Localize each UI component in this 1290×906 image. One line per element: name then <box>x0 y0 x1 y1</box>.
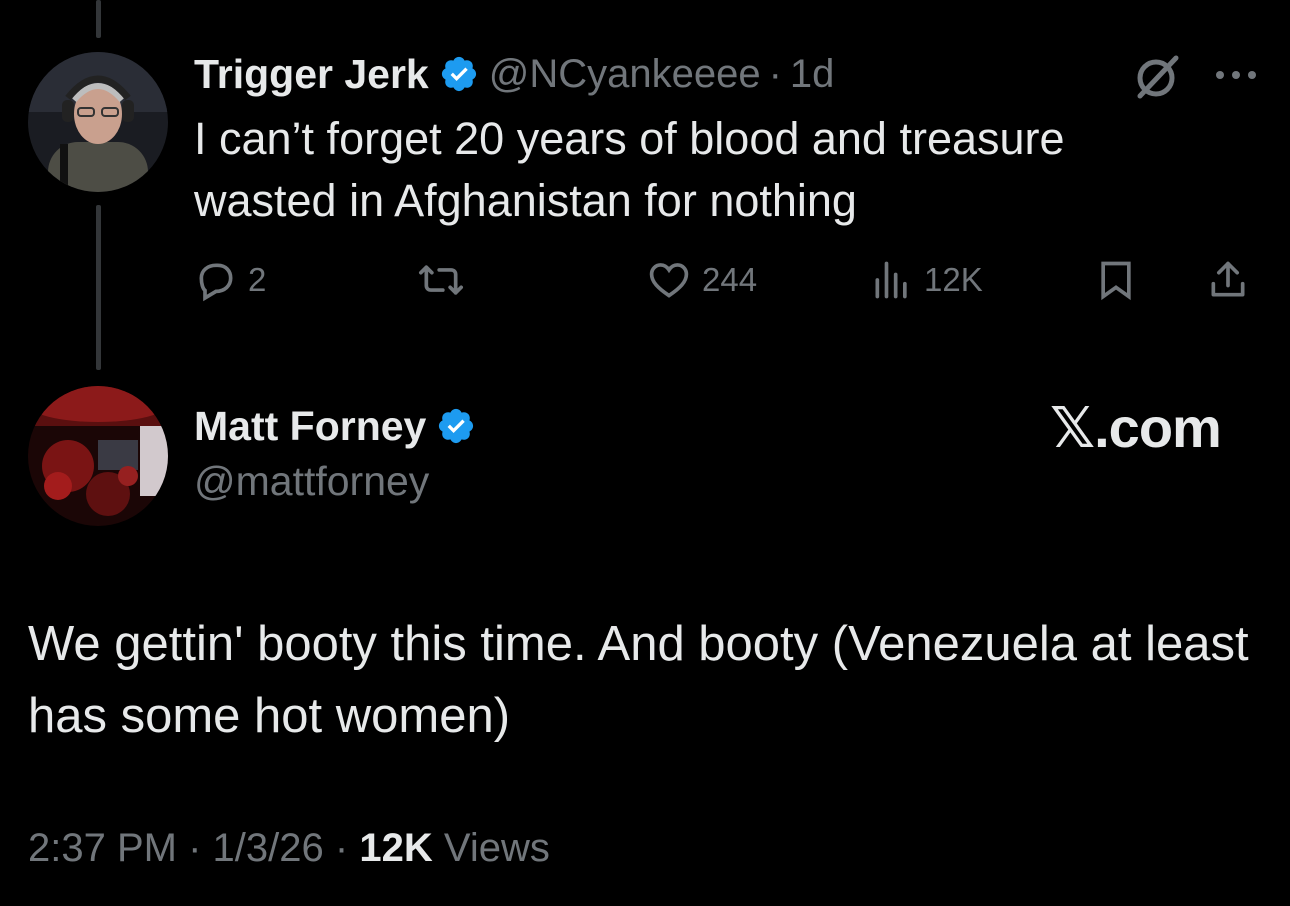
reply-button[interactable]: 2 <box>194 252 266 308</box>
like-count: 244 <box>702 261 758 298</box>
parent-author-name[interactable]: Trigger Jerk <box>194 51 429 98</box>
tweet-metadata: 2:37 PM · 1/3/26 · 12K Views <box>28 826 550 871</box>
main-author-name[interactable]: Matt Forney <box>194 403 426 450</box>
main-tweet-text: We gettin' booty this time. And booty (V… <box>28 617 1249 743</box>
separator-dot: · <box>768 51 782 96</box>
share-icon <box>1211 261 1245 297</box>
analytics-icon <box>875 261 907 299</box>
more-options-icon[interactable] <box>1212 60 1260 90</box>
views-button[interactable]: 12K <box>870 252 983 308</box>
verified-badge-icon <box>441 56 476 92</box>
like-button[interactable]: 244 <box>646 252 757 308</box>
main-tweet-header: Matt Forney <box>194 398 486 454</box>
repost-icon <box>419 265 463 295</box>
share-button[interactable] <box>1206 252 1250 308</box>
heart-icon <box>649 263 689 298</box>
verified-badge-icon <box>439 408 474 444</box>
separator-dot: · <box>188 826 202 870</box>
reply-count: 2 <box>248 261 267 298</box>
thread-connector-line <box>96 0 101 38</box>
bookmark-icon <box>1101 261 1131 301</box>
x-com-watermark: 𝕏.com <box>1050 396 1222 459</box>
parent-tweet-header: Trigger Jerk @NCyankeeee · 1d <box>194 46 834 102</box>
bookmark-button[interactable] <box>1094 252 1138 308</box>
views-count: 12K <box>359 826 433 870</box>
thread-connector-line <box>96 205 101 370</box>
tweet-date[interactable]: 1/3/26 <box>213 826 324 870</box>
main-author-avatar[interactable] <box>28 386 168 526</box>
tweet-timestamp[interactable]: 2:37 PM <box>28 826 177 870</box>
grok-icon[interactable] <box>1132 52 1182 102</box>
repost-button[interactable] <box>416 252 476 308</box>
parent-tweet-text: I can’t forget 20 years of blood and tre… <box>194 113 1065 226</box>
parent-tweet-actions: 2 244 12K <box>194 252 1264 308</box>
parent-author-handle[interactable]: @NCyankeeee <box>489 52 761 97</box>
main-author-handle[interactable]: @mattforney <box>194 458 429 505</box>
separator-dot: · <box>334 826 349 870</box>
views-label: Views <box>443 826 550 870</box>
views-count: 12K <box>924 261 983 298</box>
reply-icon <box>199 263 233 302</box>
parent-author-avatar[interactable] <box>28 52 168 192</box>
parent-tweet-time[interactable]: 1d <box>790 52 835 97</box>
